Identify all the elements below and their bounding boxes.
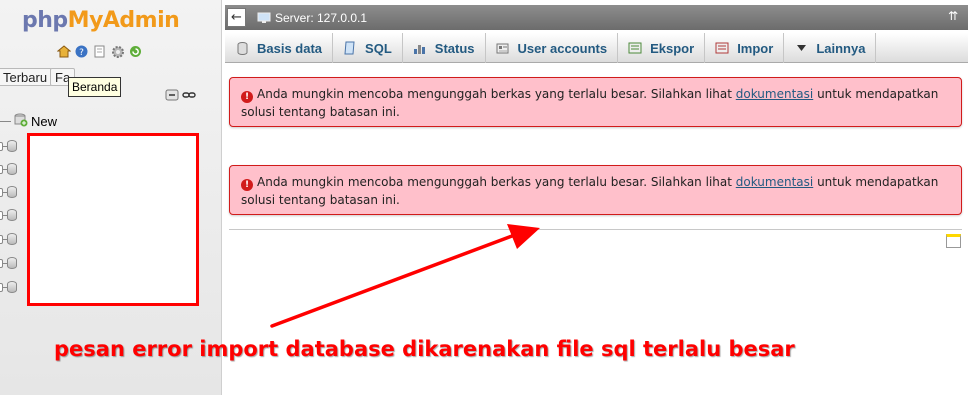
annotation-caption: pesan error import database dikarenakan … bbox=[54, 337, 795, 361]
annotation-arrow bbox=[270, 224, 540, 328]
